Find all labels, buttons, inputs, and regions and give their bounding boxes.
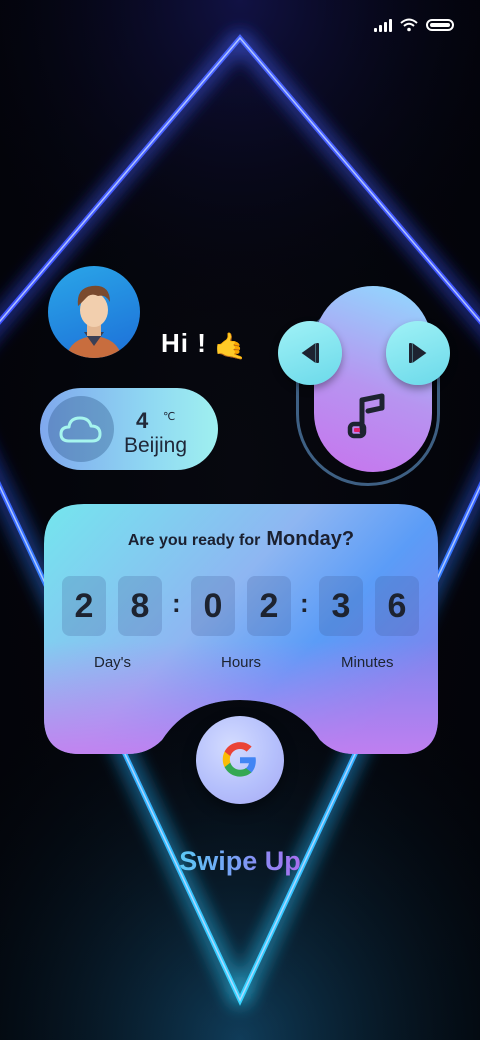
avatar[interactable] xyxy=(48,266,140,358)
countdown-digit: 2 xyxy=(247,576,291,636)
countdown-digit: 2 xyxy=(62,576,106,636)
countdown-separator: : xyxy=(172,588,181,618)
countdown-day: Monday? xyxy=(266,528,355,550)
greeting-text: Hi ! xyxy=(161,328,207,358)
next-icon xyxy=(412,343,427,363)
wifi-icon xyxy=(400,18,418,32)
google-icon xyxy=(222,742,256,777)
countdown-separator: : xyxy=(300,588,309,618)
countdown-digit: 6 xyxy=(375,576,419,636)
swipe-up-label: Swipe Up xyxy=(179,846,301,876)
google-button[interactable] xyxy=(196,716,284,804)
countdown-question: Are you ready for xyxy=(127,532,261,549)
battery-icon xyxy=(426,19,454,31)
weather-widget[interactable]: 4 ℃ Beijing xyxy=(40,388,218,470)
temperature-value: 4 xyxy=(136,408,149,433)
minutes-label: Minutes xyxy=(341,654,394,671)
weather-icon-container xyxy=(48,396,114,462)
countdown-digit: 8 xyxy=(118,576,162,636)
countdown-digit: 3 xyxy=(319,576,363,636)
days-label: Day's xyxy=(94,654,132,671)
city-name: Beijing xyxy=(124,434,188,457)
cloud-icon xyxy=(59,416,102,443)
status-bar xyxy=(374,18,454,32)
countdown-title: Are you ready for Monday? xyxy=(44,528,438,551)
music-note-icon xyxy=(347,393,385,439)
countdown-digit: 0 xyxy=(191,576,235,636)
avatar-illustration xyxy=(66,285,122,358)
hours-label: Hours xyxy=(221,654,262,671)
temperature-unit: ℃ xyxy=(163,410,176,423)
swipe-up-hint[interactable]: Swipe Up xyxy=(0,846,480,877)
hand-emoji: 🤙 xyxy=(214,332,247,362)
next-track-button[interactable] xyxy=(386,321,450,385)
previous-icon xyxy=(301,343,316,363)
signal-icon xyxy=(374,18,392,32)
previous-track-button[interactable] xyxy=(278,321,342,385)
